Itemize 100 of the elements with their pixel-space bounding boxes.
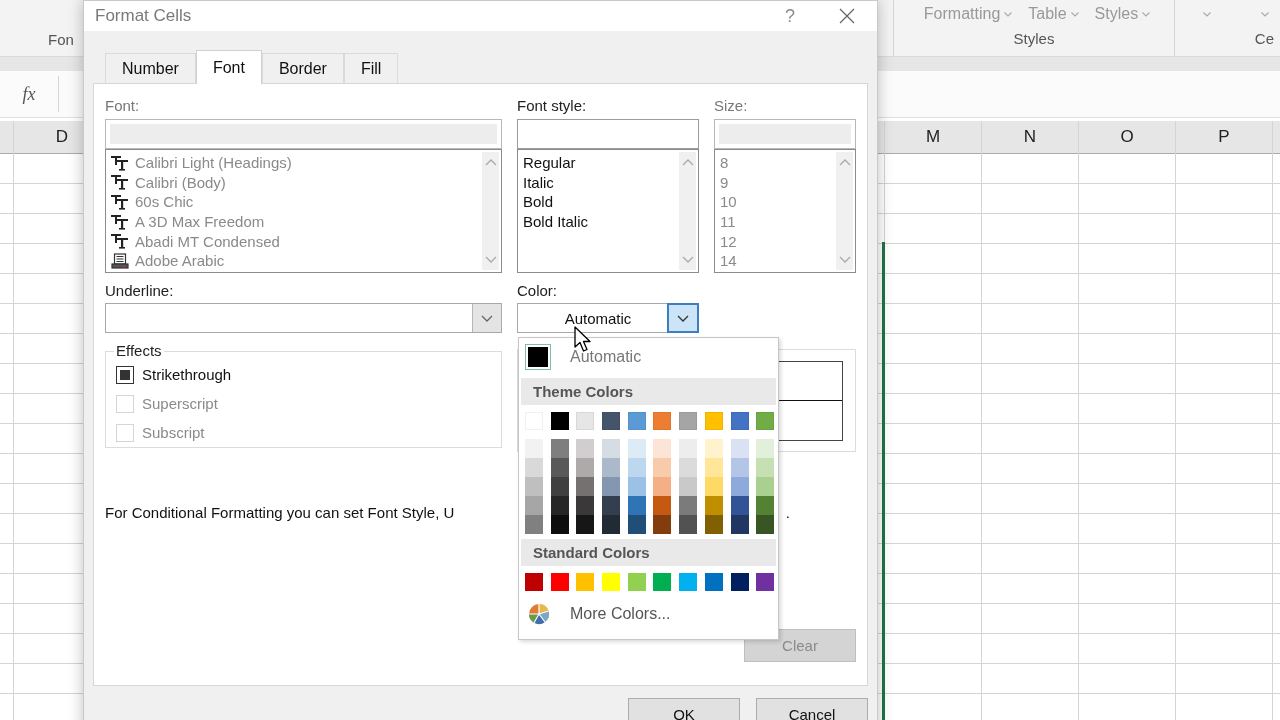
tab[interactable]: Number [105,53,196,83]
color-swatch[interactable] [653,458,672,477]
color-swatch[interactable] [653,573,672,591]
close-button[interactable] [839,8,855,24]
color-swatch[interactable] [730,477,749,496]
color-swatch[interactable] [653,496,672,515]
checkbox[interactable] [116,365,134,384]
color-swatch[interactable] [679,439,698,458]
color-swatch[interactable] [679,458,698,477]
color-swatch[interactable] [756,439,775,458]
color-swatch[interactable] [550,477,569,496]
font-style-item[interactable]: Regular [523,153,672,173]
color-swatch[interactable] [576,573,595,591]
color-swatch[interactable] [730,573,749,591]
menu-item[interactable]: Automatic [521,341,776,373]
column-header[interactable]: P [1176,121,1272,154]
color-swatch[interactable] [576,439,595,458]
color-swatch[interactable] [602,496,621,515]
color-swatch[interactable] [704,496,723,515]
color-swatch[interactable] [627,439,646,458]
color-swatch[interactable] [576,458,595,477]
font-style-item[interactable]: Bold Italic [523,211,672,232]
color-swatch[interactable] [756,458,775,477]
color-swatch[interactable] [550,496,569,515]
color-swatch[interactable] [679,515,698,534]
color-swatch[interactable] [550,439,569,458]
color-swatch[interactable] [756,515,775,534]
tab[interactable]: Font [195,50,262,84]
color-swatch[interactable] [525,439,543,458]
cancel-button[interactable]: Cancel [756,698,868,720]
color-swatch[interactable] [653,477,672,496]
color-swatch[interactable] [627,496,646,515]
color-swatch[interactable] [576,477,595,496]
text-field[interactable] [517,119,699,149]
color-swatch[interactable] [704,458,723,477]
ok-button[interactable]: OK [628,698,740,720]
color-swatch[interactable] [525,573,543,591]
color-swatch[interactable] [679,496,698,515]
underline-dropdown[interactable] [105,303,502,333]
scrollbar[interactable] [679,152,696,270]
font-style-item[interactable]: Bold [523,192,672,212]
color-swatch[interactable] [550,515,569,534]
color-swatch[interactable] [576,496,595,515]
color-swatch[interactable] [679,412,698,430]
ribbon-button[interactable]: Table [1028,5,1079,23]
color-swatch[interactable] [550,412,569,430]
color-swatch[interactable] [730,412,749,430]
color-swatch[interactable] [730,515,749,534]
color-swatch[interactable] [679,477,698,496]
function-button[interactable]: fx [22,83,36,105]
color-swatch[interactable] [627,515,646,534]
scrollbar[interactable] [836,152,853,270]
column-header[interactable]: N [982,121,1078,154]
color-swatch[interactable] [704,439,723,458]
color-swatch[interactable] [679,573,698,591]
color-swatch[interactable] [576,515,595,534]
font-style-item[interactable]: Italic [523,172,672,193]
scrollbar[interactable] [482,152,499,270]
color-swatch[interactable] [602,439,621,458]
column-header[interactable]: O [1079,121,1175,154]
color-swatch[interactable] [550,458,569,477]
tab[interactable]: Border [261,53,344,83]
color-swatch[interactable] [653,515,672,534]
color-swatch[interactable] [704,573,723,591]
color-swatch[interactable] [704,515,723,534]
color-swatch[interactable] [525,458,543,477]
help-button[interactable]: ? [785,5,795,27]
ribbon-button[interactable]: Formatting [923,5,1013,23]
color-swatch[interactable] [756,496,775,515]
color-dropdown[interactable]: Automatic [517,303,699,333]
column-header[interactable]: M [885,121,981,154]
color-swatch[interactable] [653,439,672,458]
color-swatch[interactable] [602,458,621,477]
color-swatch[interactable] [730,496,749,515]
color-swatch[interactable] [704,477,723,496]
ribbon-button[interactable]: Styles [1094,5,1151,23]
color-swatch[interactable] [525,496,543,515]
color-swatch[interactable] [528,347,548,367]
color-swatch[interactable] [602,515,621,534]
menu-item[interactable]: More Colors... [521,601,776,627]
color-swatch[interactable] [627,458,646,477]
color-swatch[interactable] [602,412,621,430]
color-swatch[interactable] [756,477,775,496]
color-swatch[interactable] [756,573,775,591]
color-swatch[interactable] [627,573,646,591]
color-swatch[interactable] [525,515,543,534]
color-swatch[interactable] [602,477,621,496]
color-swatch[interactable] [525,477,543,496]
color-swatch[interactable] [704,412,723,430]
color-swatch[interactable] [627,412,646,430]
color-swatch[interactable] [550,573,569,591]
tab[interactable]: Fill [343,53,399,83]
color-swatch[interactable] [576,412,595,430]
list-box[interactable]: Regular Italic Bold Bold Italic [517,149,699,273]
color-swatch[interactable] [602,573,621,591]
color-swatch[interactable] [730,458,749,477]
color-swatch[interactable] [653,412,672,430]
color-swatch[interactable] [756,412,775,430]
color-swatch[interactable] [730,439,749,458]
color-swatch[interactable] [627,477,646,496]
